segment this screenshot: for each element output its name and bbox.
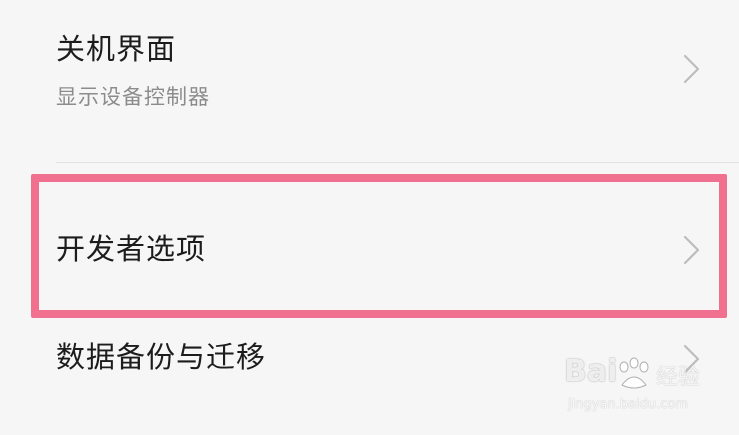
settings-item-data-backup-migration[interactable]: 数据备份与迁移 <box>0 322 739 435</box>
settings-item-title: 关机界面 <box>56 32 177 66</box>
settings-item-power-off-screen[interactable]: 关机界面 显示设备控制器 <box>0 0 739 140</box>
settings-item-developer-options[interactable]: 开发者选项 <box>0 184 739 310</box>
chevron-right-icon <box>676 52 706 86</box>
chevron-right-icon <box>676 233 706 267</box>
settings-item-title: 开发者选项 <box>56 232 207 266</box>
settings-item-title: 数据备份与迁移 <box>56 340 267 374</box>
settings-list: 关机界面 显示设备控制器 开发者选项 数据备份与迁移 <box>0 0 739 435</box>
divider <box>56 162 739 163</box>
settings-item-subtitle: 显示设备控制器 <box>56 85 210 109</box>
chevron-right-icon <box>676 342 706 376</box>
